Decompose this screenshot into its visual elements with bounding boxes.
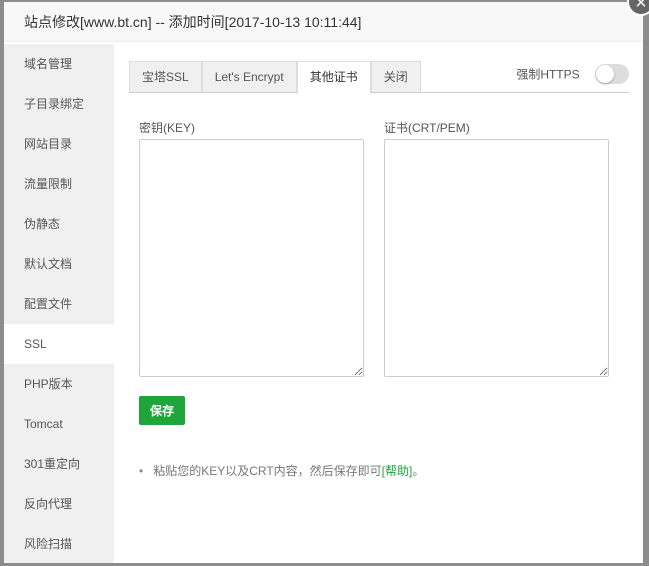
- tab-other-cert[interactable]: 其他证书: [296, 61, 371, 94]
- dialog-title: 站点修改[www.bt.cn] -- 添加时间[2017-10-13 10:11…: [4, 2, 643, 42]
- sidebar-item-rewrite[interactable]: 伪静态: [4, 204, 114, 244]
- sidebar-item-traffic[interactable]: 流量限制: [4, 164, 114, 204]
- sidebar-item-default-doc[interactable]: 默认文档: [4, 244, 114, 284]
- sidebar-item-config[interactable]: 配置文件: [4, 284, 114, 324]
- toggle-knob: [596, 65, 614, 83]
- sidebar-item-tomcat[interactable]: Tomcat: [4, 404, 114, 444]
- tab-bt-ssl[interactable]: 宝塔SSL: [129, 61, 202, 92]
- force-https: 强制HTTPS: [516, 64, 629, 84]
- help-link[interactable]: [帮助]: [382, 464, 413, 478]
- site-edit-dialog: 站点修改[www.bt.cn] -- 添加时间[2017-10-13 10:11…: [4, 0, 649, 563]
- sidebar-item-site-dir[interactable]: 网站目录: [4, 124, 114, 164]
- sidebar: 域名管理 子目录绑定 网站目录 流量限制 伪静态 默认文档 配置文件 SSL P…: [4, 44, 114, 563]
- tip: • 粘贴您的KEY以及CRT内容，然后保存即可[帮助]。: [139, 462, 424, 479]
- cert-label: 证书(CRT/PEM): [384, 121, 470, 135]
- key-textarea[interactable]: [139, 139, 364, 377]
- sidebar-item-php[interactable]: PHP版本: [4, 364, 114, 404]
- sidebar-item-redirect[interactable]: 301重定向: [4, 444, 114, 484]
- sidebar-item-proxy[interactable]: 反向代理: [4, 484, 114, 524]
- ssl-panel: 宝塔SSL Let's Encrypt 其他证书 关闭 强制HTTPS 密钥(K…: [129, 44, 629, 563]
- tip-text: 粘贴您的KEY以及CRT内容，然后保存即可: [153, 464, 382, 478]
- force-https-label: 强制HTTPS: [516, 67, 580, 82]
- sidebar-item-subdir[interactable]: 子目录绑定: [4, 84, 114, 124]
- bullet-icon: •: [139, 464, 144, 478]
- force-https-toggle[interactable]: [595, 64, 629, 84]
- cert-textarea[interactable]: [384, 139, 609, 377]
- tab-lets-encrypt[interactable]: Let's Encrypt: [201, 61, 297, 92]
- sidebar-item-ssl[interactable]: SSL: [4, 324, 114, 364]
- sidebar-item-domain[interactable]: 域名管理: [4, 44, 114, 84]
- save-button[interactable]: 保存: [139, 396, 185, 425]
- key-label: 密钥(KEY): [139, 121, 196, 135]
- sidebar-item-scan[interactable]: 风险扫描: [4, 524, 114, 564]
- tip-suffix: 。: [412, 464, 425, 478]
- tab-close-ssl[interactable]: 关闭: [370, 61, 421, 92]
